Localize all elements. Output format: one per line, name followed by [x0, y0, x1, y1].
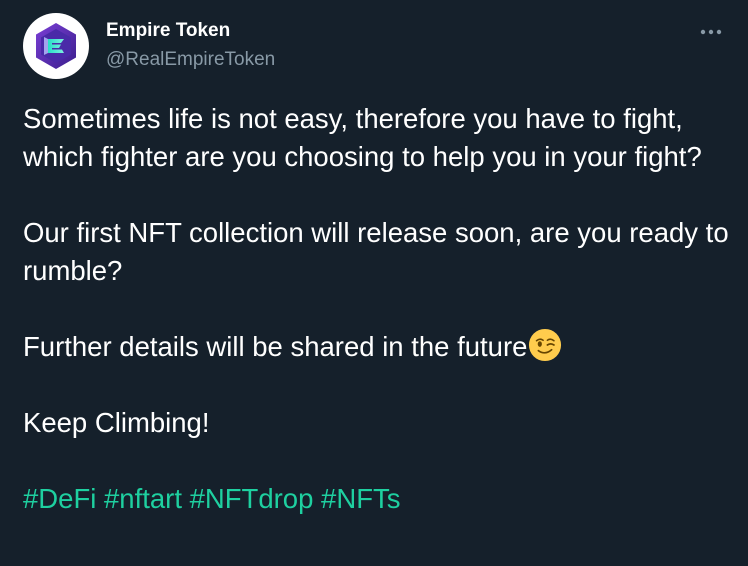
hashtag-list: #DeFi #nftart #NFTdrop #NFTs [23, 480, 733, 518]
avatar[interactable] [23, 13, 89, 79]
hashtag-link-nftart[interactable]: #nftart [104, 483, 182, 514]
hashtag-link-nfts[interactable]: #NFTs [321, 483, 400, 514]
more-options-button[interactable] [696, 20, 726, 44]
tweet-paragraph-with-emoji: Further details will be shared in the fu… [23, 328, 733, 366]
display-name[interactable]: Empire Token [106, 20, 230, 42]
tweet-paragraph: Keep Climbing! [23, 407, 210, 438]
hashtag-link-defi[interactable]: #DeFi [23, 483, 96, 514]
tweet-text: Sometimes life is not easy, therefore yo… [23, 100, 733, 518]
user-handle[interactable]: @RealEmpireToken [106, 49, 275, 71]
hashtag-link-nftdrop[interactable]: #NFTdrop [190, 483, 314, 514]
tweet-card: Empire Token @RealEmpireToken Sometimes … [0, 0, 748, 566]
more-horizontal-icon [700, 29, 722, 35]
tweet-paragraph: Sometimes life is not easy, therefore yo… [23, 103, 702, 172]
empire-token-logo-icon [36, 23, 76, 69]
tweet-paragraph: Further details will be shared in the fu… [23, 331, 528, 362]
winking-face-emoji-icon [529, 328, 562, 362]
tweet-paragraph: Our first NFT collection will release so… [23, 217, 729, 286]
